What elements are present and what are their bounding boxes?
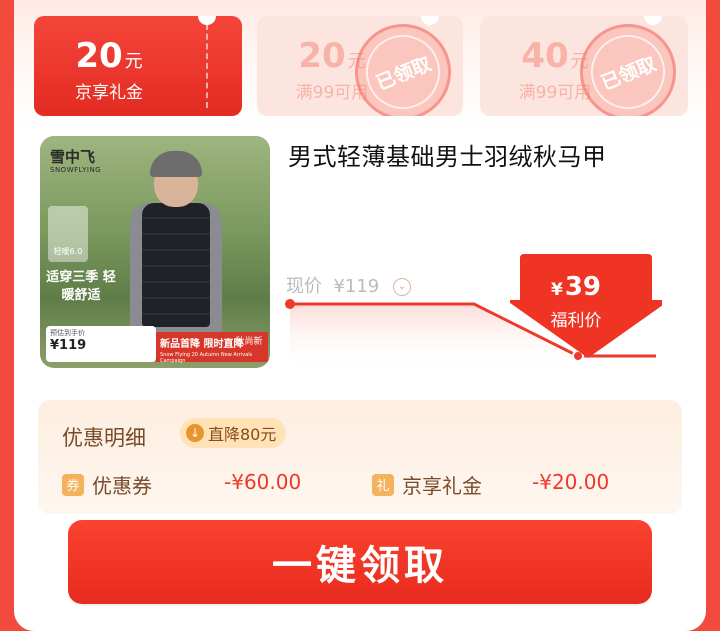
gift-tag-icon: 礼 bbox=[372, 473, 394, 496]
current-price: 现价 ¥119 ⌄ bbox=[286, 272, 411, 298]
brand-logo-sub: SNOWFLYING bbox=[50, 166, 102, 174]
start-point bbox=[285, 299, 295, 309]
chevron-down-icon[interactable]: ⌄ bbox=[393, 278, 411, 296]
detail-title: 优惠明细 bbox=[62, 426, 146, 450]
image-price-tag: 预估到手价 ¥119 bbox=[46, 326, 156, 362]
product-title[interactable]: 男式轻薄基础男士羽绒秋马甲 bbox=[288, 137, 607, 172]
discount-amount-gift: -¥20.00 bbox=[532, 470, 610, 494]
deal-price: ¥39 bbox=[550, 272, 602, 302]
coupon-99-40[interactable]: 40 元 满99可用 已领取 bbox=[480, 16, 688, 116]
coupon-desc: 京享礼金 bbox=[75, 83, 143, 103]
coupon-tag-icon: 券 bbox=[62, 473, 84, 496]
product-image[interactable]: 雪中飞 SNOWFLYING 轻暖6.0 适穿三季 轻暖舒适 预估到手价 ¥11… bbox=[40, 136, 270, 368]
discount-row-gift: 礼 京享礼金 bbox=[372, 470, 482, 499]
coupon-gift-cash[interactable]: 20 元 京享礼金 bbox=[34, 16, 242, 116]
claim-all-button[interactable]: 一键领取 bbox=[68, 520, 652, 604]
brand-logo: 雪中飞 bbox=[50, 148, 96, 166]
coupon-notch bbox=[644, 16, 662, 25]
coupon-amount: 20 元 bbox=[75, 36, 143, 76]
feature-badge: 轻暖6.0 bbox=[48, 206, 88, 262]
coupon-notch bbox=[421, 16, 439, 25]
direct-discount-badge: ↓ 直降80元 bbox=[180, 418, 287, 448]
model-figure bbox=[120, 151, 230, 351]
price-trend: 现价 ¥119 ⌄ ¥39 福利价 bbox=[284, 250, 664, 370]
coupon-99-20[interactable]: 20 元 满99可用 已领取 bbox=[257, 16, 463, 116]
deal-price-label: 福利价 bbox=[550, 311, 602, 331]
discount-row-coupon: 券 优惠券 bbox=[62, 470, 152, 499]
season-seal: 秋尚新 bbox=[235, 337, 263, 347]
deal-price-arrow: ¥39 福利价 bbox=[510, 254, 662, 364]
discount-amount-coupon: -¥60.00 bbox=[224, 470, 302, 494]
coupon-perforation bbox=[206, 24, 208, 108]
product-slogan: 适穿三季 轻暖舒适 bbox=[46, 270, 116, 303]
discount-detail-panel: 优惠明细 ↓ 直降80元 券 优惠券 -¥60.00 礼 京享礼金 -¥20.0… bbox=[38, 400, 682, 514]
down-arrow-icon: ↓ bbox=[186, 424, 204, 442]
